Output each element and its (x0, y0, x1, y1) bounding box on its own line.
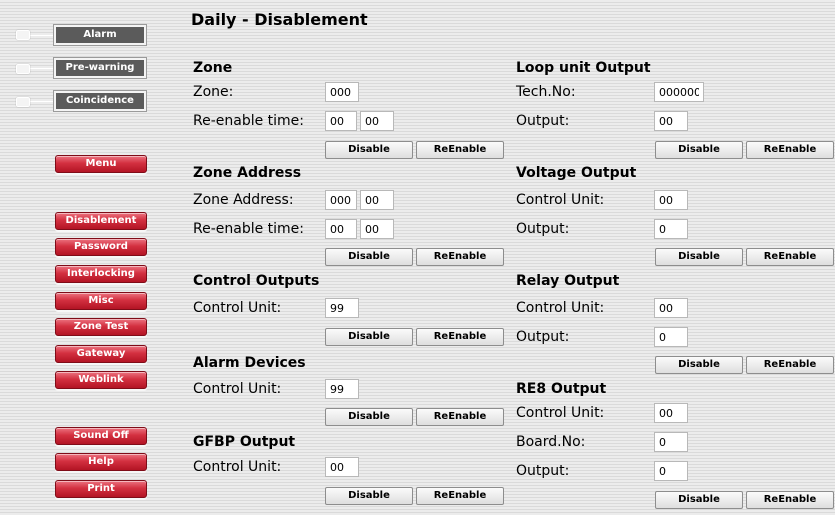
alarm-indicator-led (16, 30, 30, 40)
zone-address-input-b[interactable] (360, 190, 394, 210)
zone-reenable-button[interactable]: ReEnable (416, 141, 504, 159)
voltage-output-disable-button[interactable]: Disable (655, 248, 743, 266)
gfbp-output-section-title: GFBP Output (193, 434, 296, 450)
re8-output-control-unit-input[interactable] (654, 403, 688, 423)
re8-output-output-input[interactable] (654, 461, 688, 481)
sidebar-item-password[interactable]: Password (55, 238, 147, 256)
alarm-devices-control-unit-label: Control Unit: (193, 381, 282, 397)
gfbp-output-control-unit-label: Control Unit: (193, 459, 282, 475)
zone-label: Zone: (193, 84, 234, 100)
loop-unit-disable-button[interactable]: Disable (655, 141, 743, 159)
zone-address-reenable-time-label: Re-enable time: (193, 221, 305, 237)
relay-output-control-unit-input[interactable] (654, 298, 688, 318)
zone-address-input-a[interactable] (325, 190, 357, 210)
re8-output-board-no-input[interactable] (654, 432, 688, 452)
gfbp-output-reenable-button[interactable]: ReEnable (416, 487, 504, 505)
loop-unit-reenable-button[interactable]: ReEnable (746, 141, 834, 159)
voltage-output-control-unit-input[interactable] (654, 190, 688, 210)
sidebar-item-misc[interactable]: Misc (55, 292, 147, 310)
voltage-output-output-input[interactable] (654, 219, 688, 239)
menu-button[interactable]: Menu (55, 155, 147, 173)
zone-input[interactable] (325, 82, 359, 102)
sound-off-button[interactable]: Sound Off (55, 427, 147, 445)
loop-unit-tech-no-input[interactable] (654, 82, 704, 102)
voltage-output-control-unit-label: Control Unit: (516, 192, 605, 208)
voltage-output-output-label: Output: (516, 221, 570, 237)
relay-output-section-title: Relay Output (516, 273, 620, 289)
alarm-devices-disable-button[interactable]: Disable (325, 408, 413, 426)
control-outputs-control-unit-label: Control Unit: (193, 300, 282, 316)
zone-address-reenable-minutes-input[interactable] (360, 219, 394, 239)
zone-address-disable-button[interactable]: Disable (325, 248, 413, 266)
re8-output-section-title: RE8 Output (516, 381, 607, 397)
page-title: Daily - Disablement (191, 10, 368, 29)
sidebar-item-zone-test[interactable]: Zone Test (55, 318, 147, 336)
sidebar-item-disablement[interactable]: Disablement (55, 212, 147, 230)
sidebar-item-weblink[interactable]: Weblink (55, 371, 147, 389)
sidebar-item-interlocking[interactable]: Interlocking (55, 265, 147, 283)
loop-unit-output-section-title: Loop unit Output (516, 60, 651, 76)
print-button[interactable]: Print (55, 480, 147, 498)
re8-output-output-label: Output: (516, 463, 570, 479)
loop-unit-tech-no-label: Tech.No: (516, 84, 576, 100)
coincidence-indicator-led (16, 97, 30, 107)
zone-address-reenable-button[interactable]: ReEnable (416, 248, 504, 266)
relay-output-output-label: Output: (516, 329, 570, 345)
re8-output-board-no-label: Board.No: (516, 434, 586, 450)
coincidence-indicator: Coincidence (54, 91, 146, 111)
relay-output-control-unit-label: Control Unit: (516, 300, 605, 316)
loop-unit-output-label: Output: (516, 113, 570, 129)
voltage-output-reenable-button[interactable]: ReEnable (746, 248, 834, 266)
zone-address-label: Zone Address: (193, 192, 294, 208)
zone-reenable-minutes-input[interactable] (360, 111, 394, 131)
zone-address-reenable-hours-input[interactable] (325, 219, 357, 239)
gfbp-output-control-unit-input[interactable] (325, 457, 359, 477)
alarm-devices-section-title: Alarm Devices (193, 355, 306, 371)
sidebar-item-gateway[interactable]: Gateway (55, 345, 147, 363)
re8-output-reenable-button[interactable]: ReEnable (746, 491, 834, 509)
prewarning-indicator: Pre-warning (54, 58, 146, 78)
control-outputs-control-unit-input[interactable] (325, 298, 359, 318)
control-outputs-section-title: Control Outputs (193, 273, 320, 289)
control-outputs-disable-button[interactable]: Disable (325, 328, 413, 346)
control-outputs-reenable-button[interactable]: ReEnable (416, 328, 504, 346)
zone-disable-button[interactable]: Disable (325, 141, 413, 159)
relay-output-disable-button[interactable]: Disable (655, 356, 743, 374)
zone-section-title: Zone (193, 60, 233, 76)
relay-output-reenable-button[interactable]: ReEnable (746, 356, 834, 374)
re8-output-disable-button[interactable]: Disable (655, 491, 743, 509)
alarm-devices-control-unit-input[interactable] (325, 379, 359, 399)
alarm-devices-reenable-button[interactable]: ReEnable (416, 408, 504, 426)
prewarning-indicator-led (16, 64, 30, 74)
zone-reenable-hours-input[interactable] (325, 111, 357, 131)
gfbp-output-disable-button[interactable]: Disable (325, 487, 413, 505)
relay-output-output-input[interactable] (654, 327, 688, 347)
alarm-indicator: Alarm (54, 25, 146, 45)
zone-reenable-time-label: Re-enable time: (193, 113, 305, 129)
voltage-output-section-title: Voltage Output (516, 165, 637, 181)
zone-address-section-title: Zone Address (193, 165, 302, 181)
re8-output-control-unit-label: Control Unit: (516, 405, 605, 421)
help-button[interactable]: Help (55, 453, 147, 471)
loop-unit-output-input[interactable] (654, 111, 688, 131)
